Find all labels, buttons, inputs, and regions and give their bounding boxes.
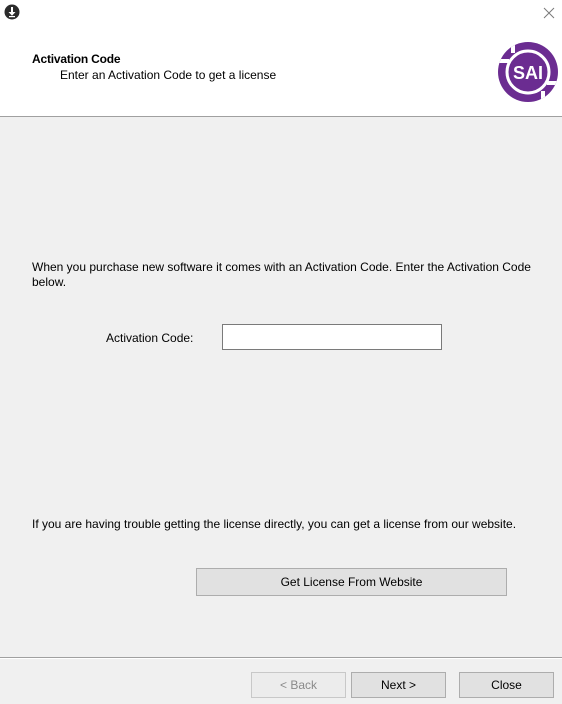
activation-code-label: Activation Code: (106, 331, 194, 345)
sai-logo: SAI (498, 42, 558, 102)
next-button[interactable]: Next > (351, 672, 446, 698)
close-button[interactable]: Close (459, 672, 554, 698)
title-bar (0, 0, 562, 34)
page-subtitle: Enter an Activation Code to get a licens… (60, 68, 277, 82)
wizard-header: Activation Code Enter an Activation Code… (0, 34, 562, 117)
activation-dialog: Activation Code Enter an Activation Code… (0, 0, 562, 704)
download-circle-icon (4, 4, 20, 20)
trouble-text: If you are having trouble getting the li… (32, 517, 517, 531)
back-button[interactable]: < Back (251, 672, 346, 698)
close-icon[interactable] (538, 2, 560, 24)
logo-text: SAI (513, 63, 543, 83)
footer-divider (0, 657, 562, 659)
page-title: Activation Code (32, 52, 121, 66)
intro-text: When you purchase new software it comes … (32, 260, 531, 289)
get-license-website-button[interactable]: Get License From Website (196, 568, 507, 596)
activation-code-input[interactable] (222, 324, 442, 350)
